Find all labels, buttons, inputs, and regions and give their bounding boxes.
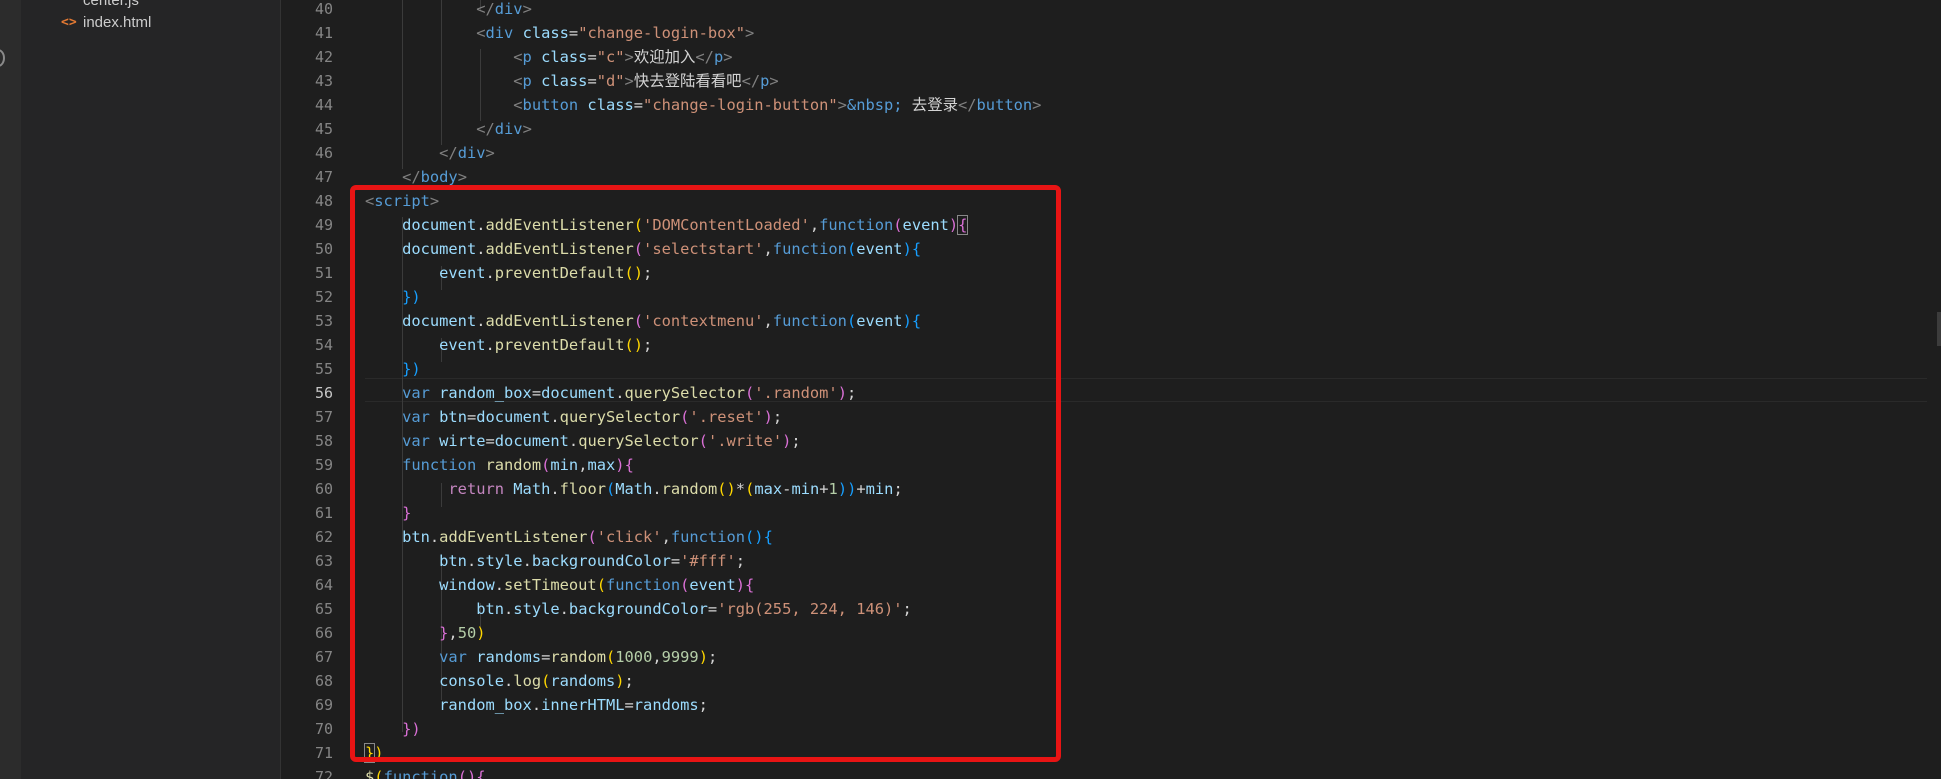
line-number: 67 xyxy=(314,648,333,666)
file-name: index.html xyxy=(83,13,152,31)
explorer-sidebar: center.js <> index.html xyxy=(21,0,280,779)
line-number: 43 xyxy=(314,72,333,90)
line-number: 49 xyxy=(314,216,333,234)
line-number: 41 xyxy=(314,24,333,42)
line-number: 64 xyxy=(314,576,333,594)
line-number: 71 xyxy=(314,744,333,762)
code-line[interactable]: <p class="c">欢迎加入</p> xyxy=(365,45,732,69)
explorer-file-center-js[interactable]: center.js xyxy=(61,0,139,11)
line-number: 58 xyxy=(314,432,333,450)
activity-bar xyxy=(0,0,21,779)
line-number: 53 xyxy=(314,312,333,330)
code-line[interactable]: </div> xyxy=(365,141,495,165)
line-number: 57 xyxy=(314,408,333,426)
line-number: 61 xyxy=(314,504,333,522)
line-number: 70 xyxy=(314,720,333,738)
annotation-highlight-box xyxy=(350,185,1061,762)
line-number: 59 xyxy=(314,456,333,474)
file-name: center.js xyxy=(83,0,139,9)
line-number-active: 56 xyxy=(314,384,333,402)
html-file-icon: <> xyxy=(61,14,77,30)
line-number: 52 xyxy=(314,288,333,306)
line-number: 68 xyxy=(314,672,333,690)
line-number: 72 xyxy=(314,768,333,779)
line-number: 62 xyxy=(314,528,333,546)
line-number: 46 xyxy=(314,144,333,162)
line-number: 60 xyxy=(314,480,333,498)
line-number: 50 xyxy=(314,240,333,258)
line-number: 66 xyxy=(314,624,333,642)
line-number: 54 xyxy=(314,336,333,354)
line-number: 47 xyxy=(314,168,333,186)
line-number: 48 xyxy=(314,192,333,210)
code-line[interactable]: $(function(){ xyxy=(365,765,486,779)
scrollbar-thumb[interactable] xyxy=(1937,312,1941,346)
line-number: 65 xyxy=(314,600,333,618)
line-number: 44 xyxy=(314,96,333,114)
explorer-file-index-html[interactable]: <> index.html xyxy=(61,11,151,33)
code-line[interactable]: </div> xyxy=(365,117,532,141)
line-number: 45 xyxy=(314,120,333,138)
line-number: 69 xyxy=(314,696,333,714)
code-line[interactable]: <div class="change-login-box"> xyxy=(365,21,754,45)
line-number: 40 xyxy=(314,0,333,18)
editor-scrollbar[interactable] xyxy=(1927,0,1941,779)
line-number: 55 xyxy=(314,360,333,378)
line-number: 51 xyxy=(314,264,333,282)
code-line[interactable]: <button class="change-login-button">&nbs… xyxy=(365,93,1041,117)
line-number: 42 xyxy=(314,48,333,66)
account-icon[interactable] xyxy=(0,49,5,67)
code-line[interactable]: </div> xyxy=(365,0,532,21)
line-number: 63 xyxy=(314,552,333,570)
code-line[interactable]: <p class="d">快去登陆看看吧</p> xyxy=(365,69,778,93)
